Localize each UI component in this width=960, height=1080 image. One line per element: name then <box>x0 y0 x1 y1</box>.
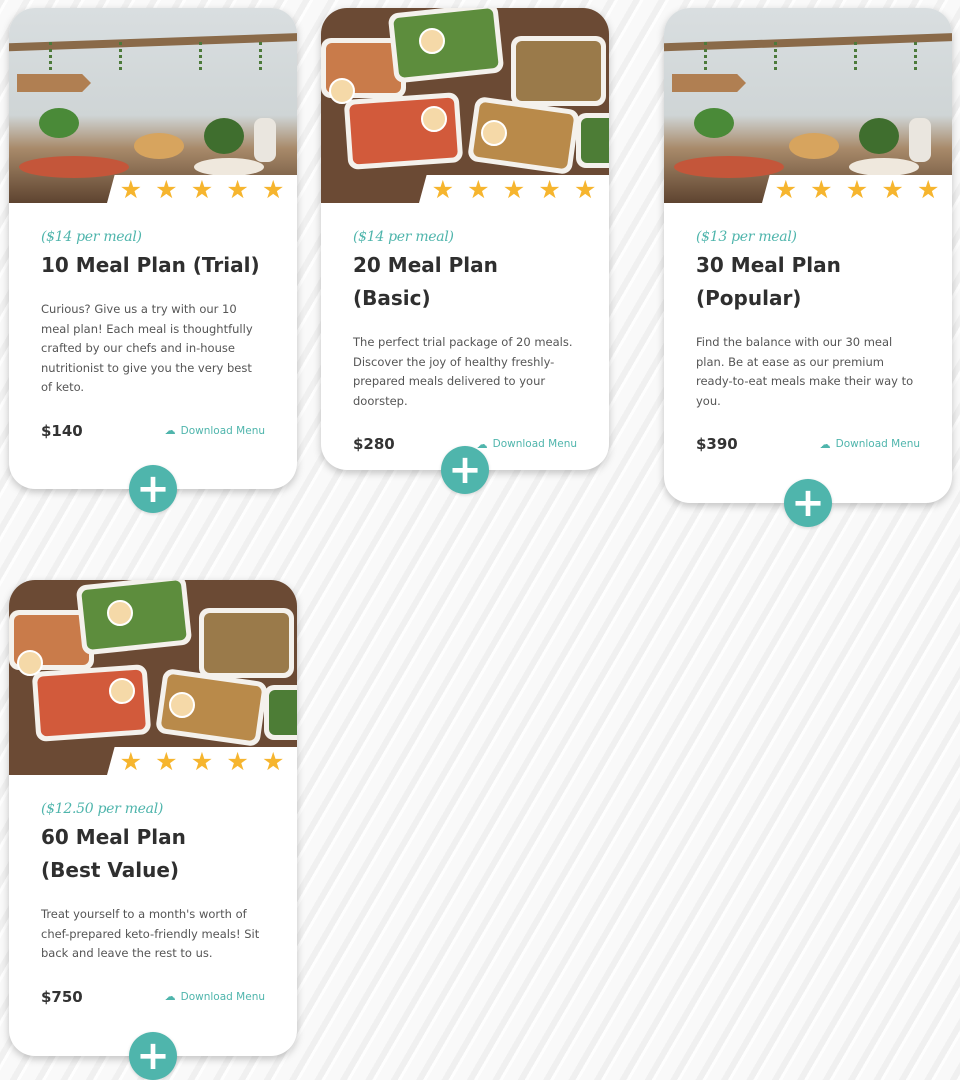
plan-card-30: ★ ★ ★ ★ ★ ($13 per meal) 30 Meal Plan (P… <box>664 8 952 527</box>
star-icon: ★ <box>261 174 285 203</box>
plan-photo: ★ ★ ★ ★ ★ <box>9 580 297 775</box>
plan-description: Treat yourself to a month's worth of che… <box>41 907 260 960</box>
download-menu-link[interactable]: ☁ Download Menu <box>165 990 265 1003</box>
plan-price: $140 <box>41 421 83 440</box>
star-rating: ★ ★ ★ ★ ★ <box>419 175 609 203</box>
star-icon: ★ <box>881 174 904 203</box>
plan-title: 10 Meal Plan (Trial) <box>41 253 260 277</box>
star-icon: ★ <box>810 174 833 203</box>
star-icon: ★ <box>538 174 561 203</box>
per-meal-price: ($12.50 per meal) <box>41 801 164 817</box>
per-meal-price: ($13 per meal) <box>696 229 797 245</box>
star-icon: ★ <box>774 174 797 203</box>
star-rating: ★ ★ ★ ★ ★ <box>107 175 297 203</box>
plan-photo: ★ ★ ★ ★ ★ <box>321 8 609 203</box>
star-icon: ★ <box>261 746 285 775</box>
star-icon: ★ <box>502 174 526 203</box>
plan-price: $750 <box>41 987 83 1006</box>
add-plan-button[interactable]: + <box>129 465 177 513</box>
plan-title: 60 Meal Plan (Best Value) <box>41 825 186 882</box>
star-icon: ★ <box>190 746 214 775</box>
add-plan-button[interactable]: + <box>129 1032 177 1080</box>
plan-photo: ★ ★ ★ ★ ★ <box>664 8 952 203</box>
plan-title: 30 Meal Plan (Popular) <box>696 253 841 310</box>
cloud-download-icon: ☁ <box>164 990 176 1003</box>
plan-description: Curious? Give us a try with our 10 meal … <box>41 302 253 394</box>
plan-card-60: ★ ★ ★ ★ ★ ($12.50 per meal) 60 Meal Plan… <box>9 580 297 1080</box>
plan-description: The perfect trial package of 20 meals. D… <box>353 335 573 408</box>
plan-price: $280 <box>353 435 395 453</box>
star-rating: ★ ★ ★ ★ ★ <box>107 747 297 775</box>
plus-icon: + <box>136 1033 170 1079</box>
plan-title: 20 Meal Plan (Basic) <box>353 253 498 310</box>
plan-card-10: ★ ★ ★ ★ ★ ($14 per meal) 10 Meal Plan (T… <box>9 8 297 513</box>
plan-photo: ★ ★ ★ ★ ★ <box>9 8 297 203</box>
star-icon: ★ <box>155 746 178 775</box>
cloud-download-icon: ☁ <box>819 437 831 451</box>
star-icon: ★ <box>431 174 454 203</box>
download-menu-label: Download Menu <box>492 438 577 450</box>
download-menu-label: Download Menu <box>835 438 920 450</box>
star-icon: ★ <box>916 174 940 203</box>
download-menu-link[interactable]: ☁ Download Menu <box>165 424 265 437</box>
cloud-download-icon: ☁ <box>164 424 176 437</box>
star-icon: ★ <box>226 174 249 203</box>
download-menu-link[interactable]: ☁ Download Menu <box>820 438 920 451</box>
plus-icon: + <box>136 466 170 512</box>
add-plan-button[interactable]: + <box>441 446 489 494</box>
star-icon: ★ <box>190 174 214 203</box>
plan-card-20: ★ ★ ★ ★ ★ ($14 per meal) 20 Meal Plan (B… <box>321 8 609 494</box>
download-menu-label: Download Menu <box>180 424 265 437</box>
per-meal-price: ($14 per meal) <box>353 229 454 245</box>
plan-description: Find the balance with our 30 meal plan. … <box>696 335 914 408</box>
star-rating: ★ ★ ★ ★ ★ <box>762 175 952 203</box>
per-meal-price: ($14 per meal) <box>41 229 142 245</box>
star-icon: ★ <box>155 174 178 203</box>
add-plan-button[interactable]: + <box>784 479 832 527</box>
star-icon: ★ <box>467 174 490 203</box>
download-menu-label: Download Menu <box>180 990 265 1003</box>
plus-icon: + <box>791 480 825 526</box>
star-icon: ★ <box>119 746 142 775</box>
star-icon: ★ <box>573 174 597 203</box>
plus-icon: + <box>448 447 482 493</box>
plan-price: $390 <box>696 435 738 453</box>
star-icon: ★ <box>845 174 869 203</box>
star-icon: ★ <box>226 746 249 775</box>
download-menu-link[interactable]: ☁ Download Menu <box>477 438 577 451</box>
star-icon: ★ <box>119 174 142 203</box>
